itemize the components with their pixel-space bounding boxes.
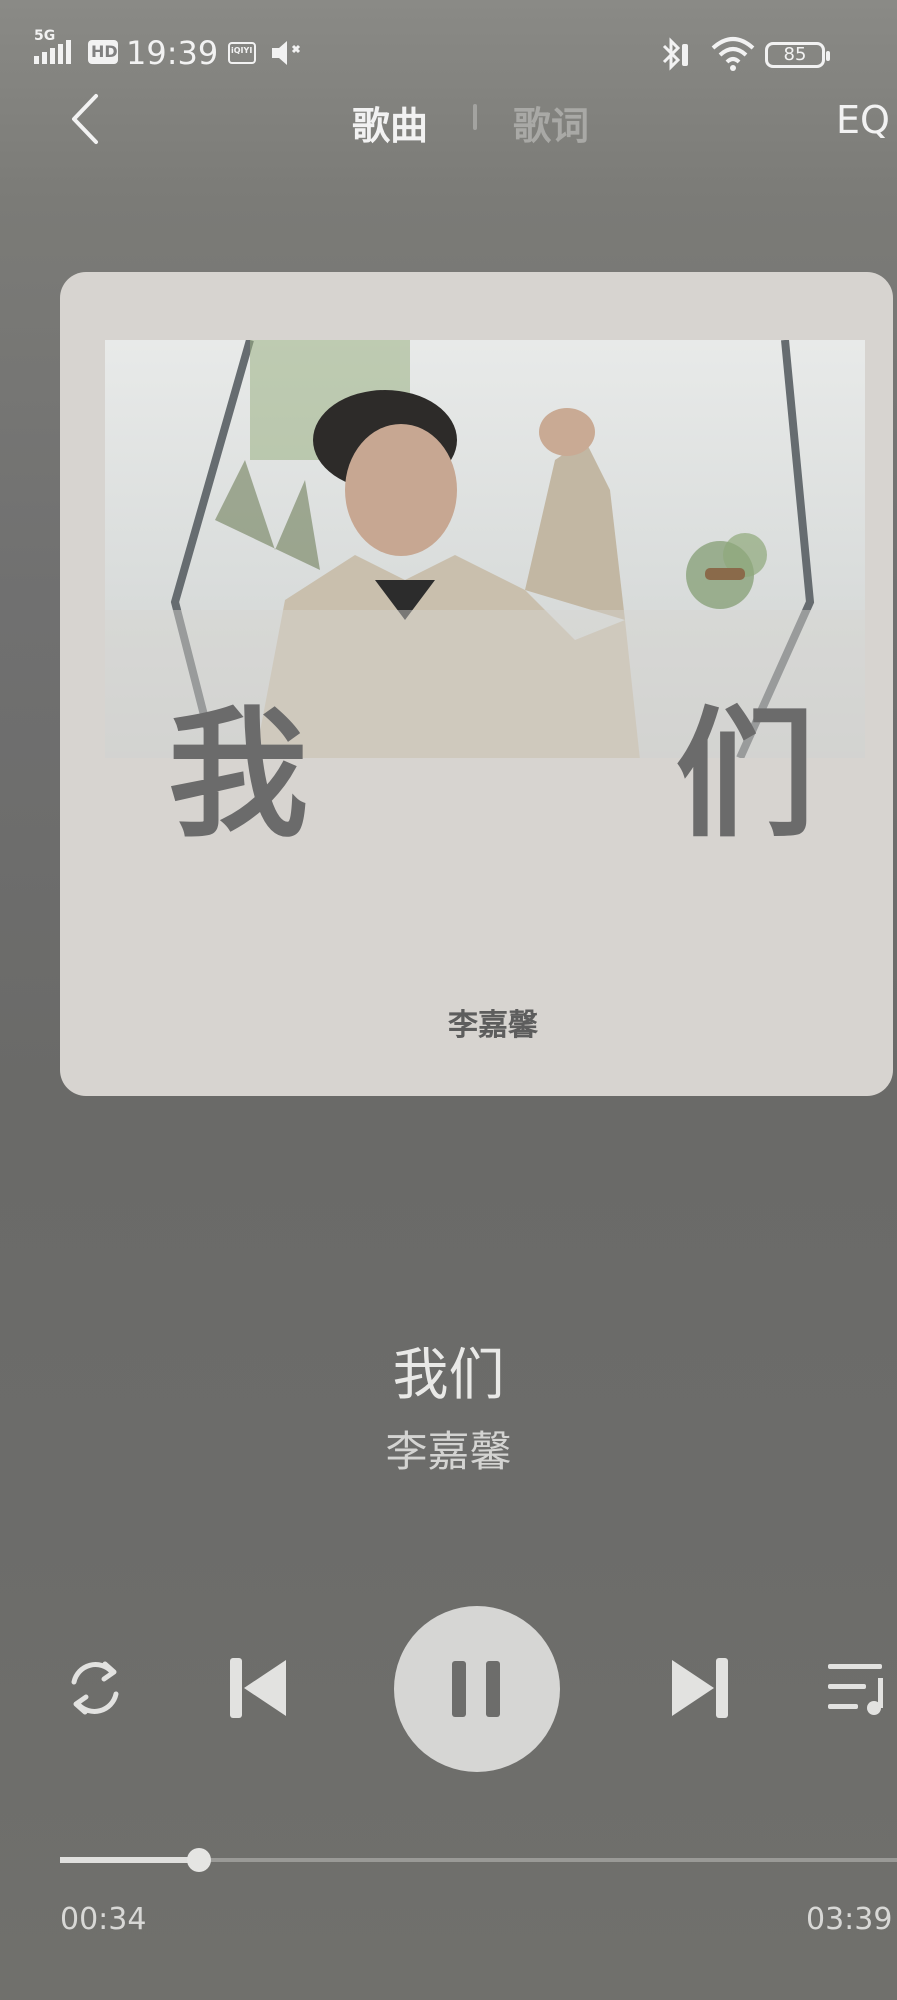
playlist-icon[interactable] bbox=[826, 1652, 890, 1724]
current-time: 00:34 bbox=[60, 1902, 147, 1937]
cover-title-char-2: 们 bbox=[675, 694, 816, 857]
progress-played bbox=[60, 1857, 199, 1863]
tab-song[interactable]: 歌曲 bbox=[352, 95, 428, 150]
hd-label: HD bbox=[91, 42, 118, 61]
next-icon[interactable] bbox=[668, 1652, 730, 1724]
repeat-icon[interactable] bbox=[60, 1652, 130, 1724]
battery-icon: 85 bbox=[765, 42, 830, 68]
speaker-icon bbox=[272, 41, 301, 65]
back-icon[interactable] bbox=[64, 92, 108, 146]
album-cover: 我 们 李嘉馨 bbox=[60, 272, 893, 1096]
pause-button[interactable] bbox=[394, 1606, 560, 1772]
eq-button[interactable]: EQ bbox=[836, 98, 890, 142]
clock: 19:39 bbox=[126, 34, 219, 72]
previous-icon[interactable] bbox=[228, 1652, 290, 1724]
app-badge: iQIYI bbox=[231, 46, 253, 55]
network-label: 5G bbox=[34, 28, 56, 44]
iqiyi-icon: iQIYI bbox=[228, 42, 256, 64]
signal-icon: 5G bbox=[34, 28, 78, 68]
hd-icon: HD bbox=[88, 40, 118, 64]
bluetooth-icon bbox=[662, 37, 688, 71]
tab-lyrics[interactable]: 歌词 bbox=[513, 95, 589, 150]
song-artist[interactable]: 李嘉馨 bbox=[0, 1418, 897, 1479]
tab-divider bbox=[473, 104, 477, 130]
progress-thumb[interactable] bbox=[187, 1848, 211, 1872]
cover-artist: 李嘉馨 bbox=[448, 1008, 538, 1043]
status-bar: 5G HD 19:39 iQIYI 85 bbox=[0, 0, 897, 100]
song-title: 我们 bbox=[392, 1343, 505, 1408]
pause-icon bbox=[452, 1661, 466, 1717]
pause-icon-bar bbox=[486, 1661, 500, 1717]
total-time: 03:39 bbox=[806, 1902, 893, 1937]
wifi-icon bbox=[711, 37, 755, 71]
cover-title-char-1: 我 bbox=[168, 694, 309, 857]
